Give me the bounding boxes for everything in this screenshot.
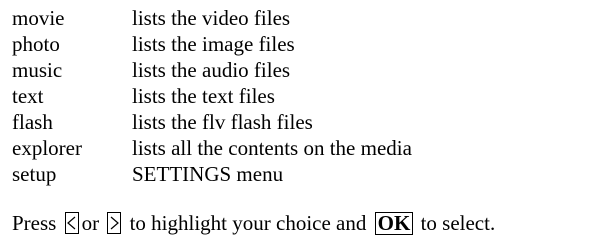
menu-row-explorer: explorer lists all the contents on the m… <box>12 135 412 161</box>
menu-term: photo <box>12 32 60 56</box>
menu-term: flash <box>12 110 53 134</box>
instruction-or-text: or <box>81 211 100 235</box>
instruction-line: Press or to highlight your choice and OK… <box>12 210 495 236</box>
menu-description: lists the audio files <box>132 58 291 82</box>
menu-description: lists all the contents on the media <box>132 136 412 160</box>
right-arrow-glyph <box>110 216 120 230</box>
menu-description: lists the image files <box>132 32 295 56</box>
menu-description: SETTINGS menu <box>132 162 284 186</box>
menu-term: explorer <box>12 136 82 160</box>
right-arrow-key-icon <box>107 212 122 234</box>
menu-row-setup: setup SETTINGS menu <box>12 161 412 187</box>
menu-row-movie: movie lists the video files <box>12 5 412 31</box>
instruction-end-text: to select. <box>420 211 496 235</box>
document-body: movie lists the video files photo lists … <box>12 5 607 187</box>
menu-term: music <box>12 58 63 82</box>
menu-term: setup <box>12 162 57 186</box>
menu-description: lists the flv flash files <box>132 110 313 134</box>
left-arrow-key-icon <box>64 212 79 234</box>
instruction-middle-text: to highlight your choice and <box>129 211 367 235</box>
menu-row-music: music lists the audio files <box>12 57 412 83</box>
menu-row-flash: flash lists the flv flash files <box>12 109 412 135</box>
menu-row-photo: photo lists the image files <box>12 31 412 57</box>
menu-term: text <box>12 84 44 108</box>
menu-description: lists the video files <box>132 6 291 30</box>
ok-key-label: OK <box>374 212 414 235</box>
menu-row-text: text lists the text files <box>12 83 412 109</box>
menu-definition-table: movie lists the video files photo lists … <box>12 5 412 187</box>
menu-term: movie <box>12 6 65 30</box>
instruction-press-text: Press <box>12 211 57 235</box>
left-arrow-glyph <box>66 216 75 230</box>
menu-description: lists the text files <box>132 84 275 108</box>
